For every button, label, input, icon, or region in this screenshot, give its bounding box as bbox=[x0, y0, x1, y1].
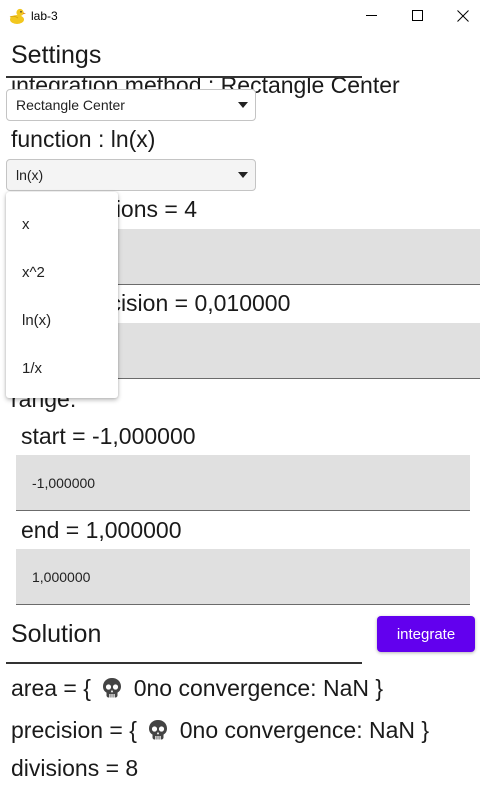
divisions-result: divisions = 8 bbox=[11, 755, 139, 781]
skull-icon bbox=[149, 720, 168, 740]
chevron-down-icon bbox=[238, 102, 248, 108]
dropdown-option-x2[interactable]: x^2 bbox=[22, 264, 45, 281]
close-button[interactable] bbox=[440, 0, 486, 31]
skull-icon bbox=[103, 678, 122, 698]
function-select-value: ln(x) bbox=[16, 167, 44, 183]
function-dropdown-menu[interactable]: x x^2 ln(x) 1/x bbox=[6, 192, 118, 398]
minimize-button[interactable] bbox=[348, 0, 394, 31]
function-label: function : ln(x) bbox=[11, 126, 156, 152]
maximize-button[interactable] bbox=[394, 0, 440, 31]
settings-panel[interactable]: integration method : Rectangle Center Se… bbox=[1, 31, 485, 792]
area-result: area = { 0no convergence: NaN } bbox=[11, 675, 383, 702]
chevron-down-icon bbox=[238, 172, 248, 178]
window-title: lab-3 bbox=[31, 9, 58, 23]
dropdown-option-lnx[interactable]: ln(x) bbox=[22, 312, 51, 329]
solution-underline bbox=[6, 662, 362, 664]
maximize-icon bbox=[411, 10, 423, 21]
method-select-value: Rectangle Center bbox=[16, 97, 125, 113]
end-label: end = 1,000000 bbox=[21, 517, 182, 543]
precision-result: precision = { 0no convergence: NaN } bbox=[11, 717, 429, 744]
start-input[interactable]: -1,000000 bbox=[16, 455, 470, 511]
function-select[interactable]: ln(x) bbox=[6, 159, 256, 191]
dropdown-option-1x[interactable]: 1/x bbox=[22, 360, 42, 377]
integrate-button[interactable]: integrate bbox=[377, 616, 475, 652]
duck-icon bbox=[9, 8, 26, 24]
precision-prefix: precision = { bbox=[11, 717, 137, 743]
close-icon bbox=[457, 9, 469, 22]
area-prefix: area = { bbox=[11, 675, 91, 701]
dropdown-option-x[interactable]: x bbox=[22, 216, 30, 233]
settings-underline bbox=[6, 76, 362, 78]
settings-heading: Settings bbox=[11, 41, 102, 69]
area-value: 0no convergence: NaN } bbox=[133, 675, 384, 701]
precision-value: 0no convergence: NaN } bbox=[179, 717, 430, 743]
end-input[interactable]: 1,000000 bbox=[16, 549, 470, 605]
minimize-icon bbox=[365, 15, 377, 16]
start-label: start = -1,000000 bbox=[21, 423, 196, 449]
title-bar: lab-3 bbox=[0, 0, 486, 31]
method-select[interactable]: Rectangle Center bbox=[6, 89, 256, 121]
solution-heading: Solution bbox=[11, 620, 102, 648]
